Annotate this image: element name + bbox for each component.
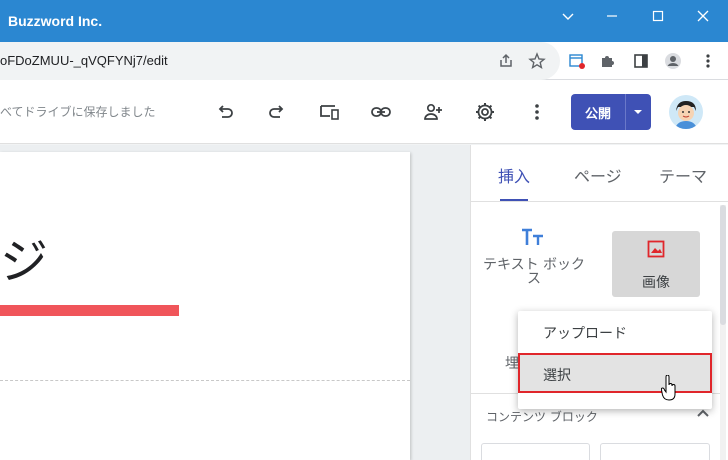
caret-down-icon[interactable] <box>631 106 645 118</box>
url-field[interactable]: oFDoZMUU-_qVQFYNj7/edit <box>0 42 560 80</box>
tab-pages[interactable]: ページ <box>574 163 622 187</box>
address-bar: oFDoZMUU-_qVQFYNj7/edit <box>0 42 728 80</box>
save-status: べてドライブに保存しました <box>0 105 156 119</box>
hand-cursor-icon <box>661 375 676 401</box>
menu-item-upload[interactable]: アップロード <box>518 311 712 351</box>
share-icon[interactable] <box>496 51 516 71</box>
extension-capture-icon[interactable] <box>567 51 587 71</box>
side-panel-icon[interactable] <box>631 51 651 71</box>
chevron-down-icon[interactable] <box>553 5 583 27</box>
publish-button[interactable]: 公開 <box>571 94 651 130</box>
maximize-icon[interactable] <box>643 5 673 27</box>
title-underline-bar <box>0 305 179 316</box>
add-person-icon[interactable] <box>421 100 445 124</box>
window-title: Buzzword Inc. <box>8 13 103 29</box>
extensions-puzzle-icon[interactable] <box>598 51 618 71</box>
image-icon <box>647 240 665 258</box>
tab-themes[interactable]: テーマ <box>659 163 707 187</box>
profile-icon[interactable] <box>663 51 683 71</box>
embed-label[interactable]: 埋 <box>505 353 519 373</box>
panel-divider <box>471 201 728 202</box>
minimize-icon[interactable] <box>597 5 627 27</box>
scrollbar-thumb[interactable] <box>720 205 726 325</box>
preview-devices-icon[interactable] <box>317 100 341 124</box>
content-blocks-label: コンテンツ ブロック <box>486 410 598 424</box>
content-block-card[interactable] <box>600 443 710 460</box>
publish-label: 公開 <box>585 107 612 122</box>
chevron-up-icon[interactable] <box>696 408 710 418</box>
url-text: oFDoZMUU-_qVQFYNj7/edit <box>0 53 168 68</box>
page-title[interactable]: ジ <box>0 222 48 292</box>
image-source-menu: アップロード 選択 <box>518 311 712 409</box>
image-tool-label: 画像 <box>642 275 670 291</box>
image-tool-button[interactable]: 画像 <box>612 231 700 297</box>
publish-separator <box>625 94 626 130</box>
browser-menu-icon[interactable] <box>698 51 718 71</box>
gear-icon[interactable] <box>473 100 497 124</box>
menu-item-select[interactable]: 選択 <box>518 353 712 393</box>
window-titlebar: Buzzword Inc. <box>0 0 728 42</box>
avatar[interactable] <box>669 95 703 129</box>
text-box-label[interactable]: テキスト ボックス <box>482 258 586 286</box>
redo-icon[interactable] <box>265 100 289 124</box>
star-icon[interactable] <box>527 51 547 71</box>
undo-icon[interactable] <box>213 100 237 124</box>
tab-insert[interactable]: 挿入 <box>498 163 530 187</box>
menu-item-select-label: 選択 <box>543 368 571 384</box>
content-block-card[interactable] <box>481 443 590 460</box>
more-vert-icon[interactable] <box>525 100 549 124</box>
section-divider <box>0 380 410 381</box>
link-icon[interactable] <box>369 100 393 124</box>
close-icon[interactable] <box>688 5 718 27</box>
menu-item-upload-label: アップロード <box>543 326 627 342</box>
text-box-icon[interactable] <box>521 228 545 248</box>
